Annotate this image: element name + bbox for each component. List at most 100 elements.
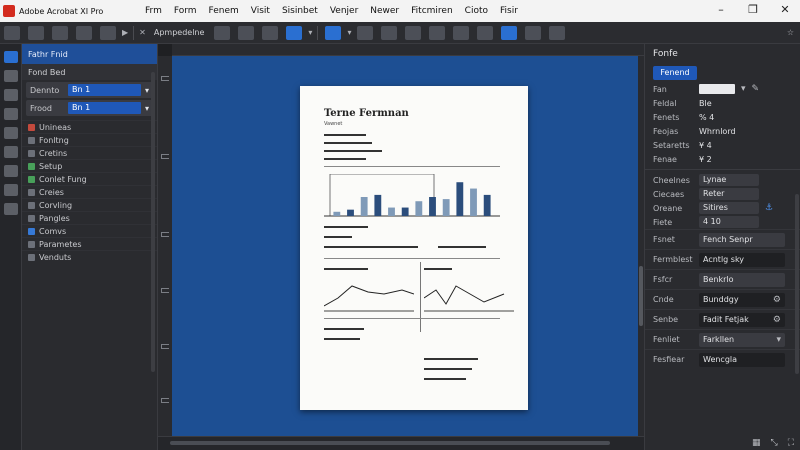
document-page[interactable]: Terne Fermnan Vawnet xyxy=(300,86,528,410)
menu-item[interactable]: Fisir xyxy=(494,6,524,16)
menu-item[interactable]: Visit xyxy=(245,6,276,16)
property-row[interactable]: Setaretts ¥ 4 xyxy=(645,138,800,152)
property-field[interactable]: Wencgla xyxy=(699,352,785,367)
chevron-down-icon[interactable]: ▾ xyxy=(145,104,149,113)
bookmark-icon[interactable] xyxy=(3,70,18,82)
open-icon[interactable] xyxy=(28,25,44,40)
property-field[interactable]: Fench Senpr xyxy=(699,232,785,247)
highlight-icon[interactable] xyxy=(3,108,18,120)
share-icon[interactable] xyxy=(549,25,566,40)
chevron-down-icon[interactable]: ▾ xyxy=(741,84,746,94)
hand-icon[interactable] xyxy=(238,25,255,40)
property-field[interactable]: Acntlg sky xyxy=(699,252,785,267)
eraser-icon[interactable] xyxy=(3,165,18,177)
menu-item[interactable]: Form xyxy=(168,6,203,16)
property-field[interactable]: Reter xyxy=(699,188,759,200)
property-row[interactable]: Fenae ¥ 2 xyxy=(645,152,800,166)
property-field[interactable]: Lynae xyxy=(699,174,759,186)
fill-icon[interactable] xyxy=(501,25,518,40)
fit-page-icon[interactable] xyxy=(325,25,342,40)
close-icon[interactable]: ✕ xyxy=(778,3,792,16)
edit-icon[interactable] xyxy=(3,146,18,158)
property-field[interactable]: Bunddgy ⚙ xyxy=(699,292,785,307)
tree-item[interactable]: Fonltng xyxy=(22,133,157,146)
property-row[interactable]: Fan ▾ ✎ xyxy=(645,82,800,96)
property-row[interactable]: Fsnet Fench Senpr xyxy=(645,229,800,249)
property-row[interactable]: Cheelnes Lynae xyxy=(645,173,800,187)
field-value[interactable]: Bn 1 xyxy=(68,84,141,96)
zoom-icon[interactable] xyxy=(357,25,374,40)
shape-icon[interactable] xyxy=(477,25,494,40)
property-row[interactable]: Fsfcr Benkrlo xyxy=(645,269,800,289)
tree-item[interactable]: Creies xyxy=(22,185,157,198)
chevron-down-icon[interactable]: ▾ xyxy=(776,335,781,345)
menu-item[interactable]: Newer xyxy=(364,6,405,16)
chevron-down-icon[interactable]: ▾ xyxy=(145,86,149,95)
property-input[interactable] xyxy=(699,84,735,94)
property-field[interactable]: Benkrlo xyxy=(699,272,785,287)
undo-icon[interactable] xyxy=(100,25,116,40)
select-icon[interactable] xyxy=(262,25,279,40)
play-icon[interactable]: ▶ xyxy=(122,28,128,37)
layers-icon[interactable] xyxy=(3,184,18,196)
property-row[interactable]: Fenets % 4 xyxy=(645,110,800,124)
panel-field[interactable]: Frood Bn 1 ▾ xyxy=(26,100,153,116)
comment-icon[interactable] xyxy=(405,25,422,40)
fullscreen-icon[interactable]: ⛶ xyxy=(788,438,794,448)
pen-icon[interactable] xyxy=(3,89,18,101)
canvas[interactable]: Terne Fermnan Vawnet xyxy=(172,56,638,440)
tree-item[interactable]: Unineas xyxy=(22,120,157,133)
grid-icon[interactable]: ▦ xyxy=(752,438,761,448)
tree-item[interactable]: Corvling xyxy=(22,198,157,211)
property-field[interactable]: 4 10 xyxy=(699,216,759,228)
menu-item[interactable]: Frm xyxy=(139,6,168,16)
property-row[interactable]: Fiete 4 10 xyxy=(645,215,800,229)
tab-fenend[interactable]: Fenend xyxy=(653,66,697,80)
tree-item[interactable]: Venduts xyxy=(22,250,157,263)
menu-item[interactable]: Cioto xyxy=(459,6,494,16)
menu-item[interactable]: Fenem xyxy=(203,6,245,16)
tree-item[interactable]: Comvs xyxy=(22,224,157,237)
link-icon[interactable] xyxy=(429,25,446,40)
settings-icon[interactable]: ⚙ xyxy=(773,315,781,325)
resize-icon[interactable]: ⤡ xyxy=(770,438,777,448)
settings-icon[interactable]: ✎ xyxy=(752,84,760,94)
property-row[interactable]: Fermblest Acntlg sky xyxy=(645,249,800,269)
image-icon[interactable] xyxy=(453,25,470,40)
scroll-thumb[interactable] xyxy=(639,266,643,326)
field-value[interactable]: Bn 1 xyxy=(68,102,141,114)
tree-item[interactable]: Parametes xyxy=(22,237,157,250)
property-row[interactable]: Fesfiear Wencgla xyxy=(645,349,800,369)
star-icon[interactable]: ☆ xyxy=(787,28,794,37)
tree-item[interactable]: Setup xyxy=(22,159,157,172)
grid-icon[interactable] xyxy=(525,25,542,40)
property-row[interactable]: Feojas Whrnlord xyxy=(645,124,800,138)
menu-item[interactable]: Sisinbet xyxy=(276,6,324,16)
property-row[interactable]: Cnde Bunddgy ⚙ xyxy=(645,289,800,309)
link-icon[interactable]: ⚓ xyxy=(765,203,773,213)
draw-icon[interactable] xyxy=(3,127,18,139)
settings-icon[interactable]: ⚙ xyxy=(773,295,781,305)
property-field[interactable]: Fadit Fetjak ⚙ xyxy=(699,312,785,327)
property-row[interactable]: Ciecaes Reter xyxy=(645,187,800,201)
print-icon[interactable] xyxy=(76,25,92,40)
stack-icon[interactable] xyxy=(3,203,18,215)
crop-icon[interactable]: ✕ xyxy=(139,28,146,37)
pages-icon[interactable] xyxy=(3,51,18,63)
chevron-down-icon[interactable]: ▾ xyxy=(308,28,312,37)
chevron-down-icon[interactable]: ▾ xyxy=(347,28,351,37)
tree-item[interactable]: Conlet Fung xyxy=(22,172,157,185)
menu-item[interactable]: Fitcmiren xyxy=(405,6,459,16)
property-field[interactable]: Sitires xyxy=(699,202,759,214)
new-icon[interactable] xyxy=(4,25,20,40)
tree-item[interactable]: Cretins xyxy=(22,146,157,159)
text-icon[interactable] xyxy=(381,25,398,40)
property-row[interactable]: Senbe Fadit Fetjak ⚙ xyxy=(645,309,800,329)
save-icon[interactable] xyxy=(52,25,68,40)
property-row[interactable]: Oreane Sitires ⚓ xyxy=(645,201,800,215)
menu-item[interactable]: Venjer xyxy=(324,6,364,16)
property-row[interactable]: Feldal Ble xyxy=(645,96,800,110)
minimize-icon[interactable]: – xyxy=(714,3,728,16)
tree-item[interactable]: Pangles xyxy=(22,211,157,224)
stamp-icon[interactable] xyxy=(214,25,231,40)
